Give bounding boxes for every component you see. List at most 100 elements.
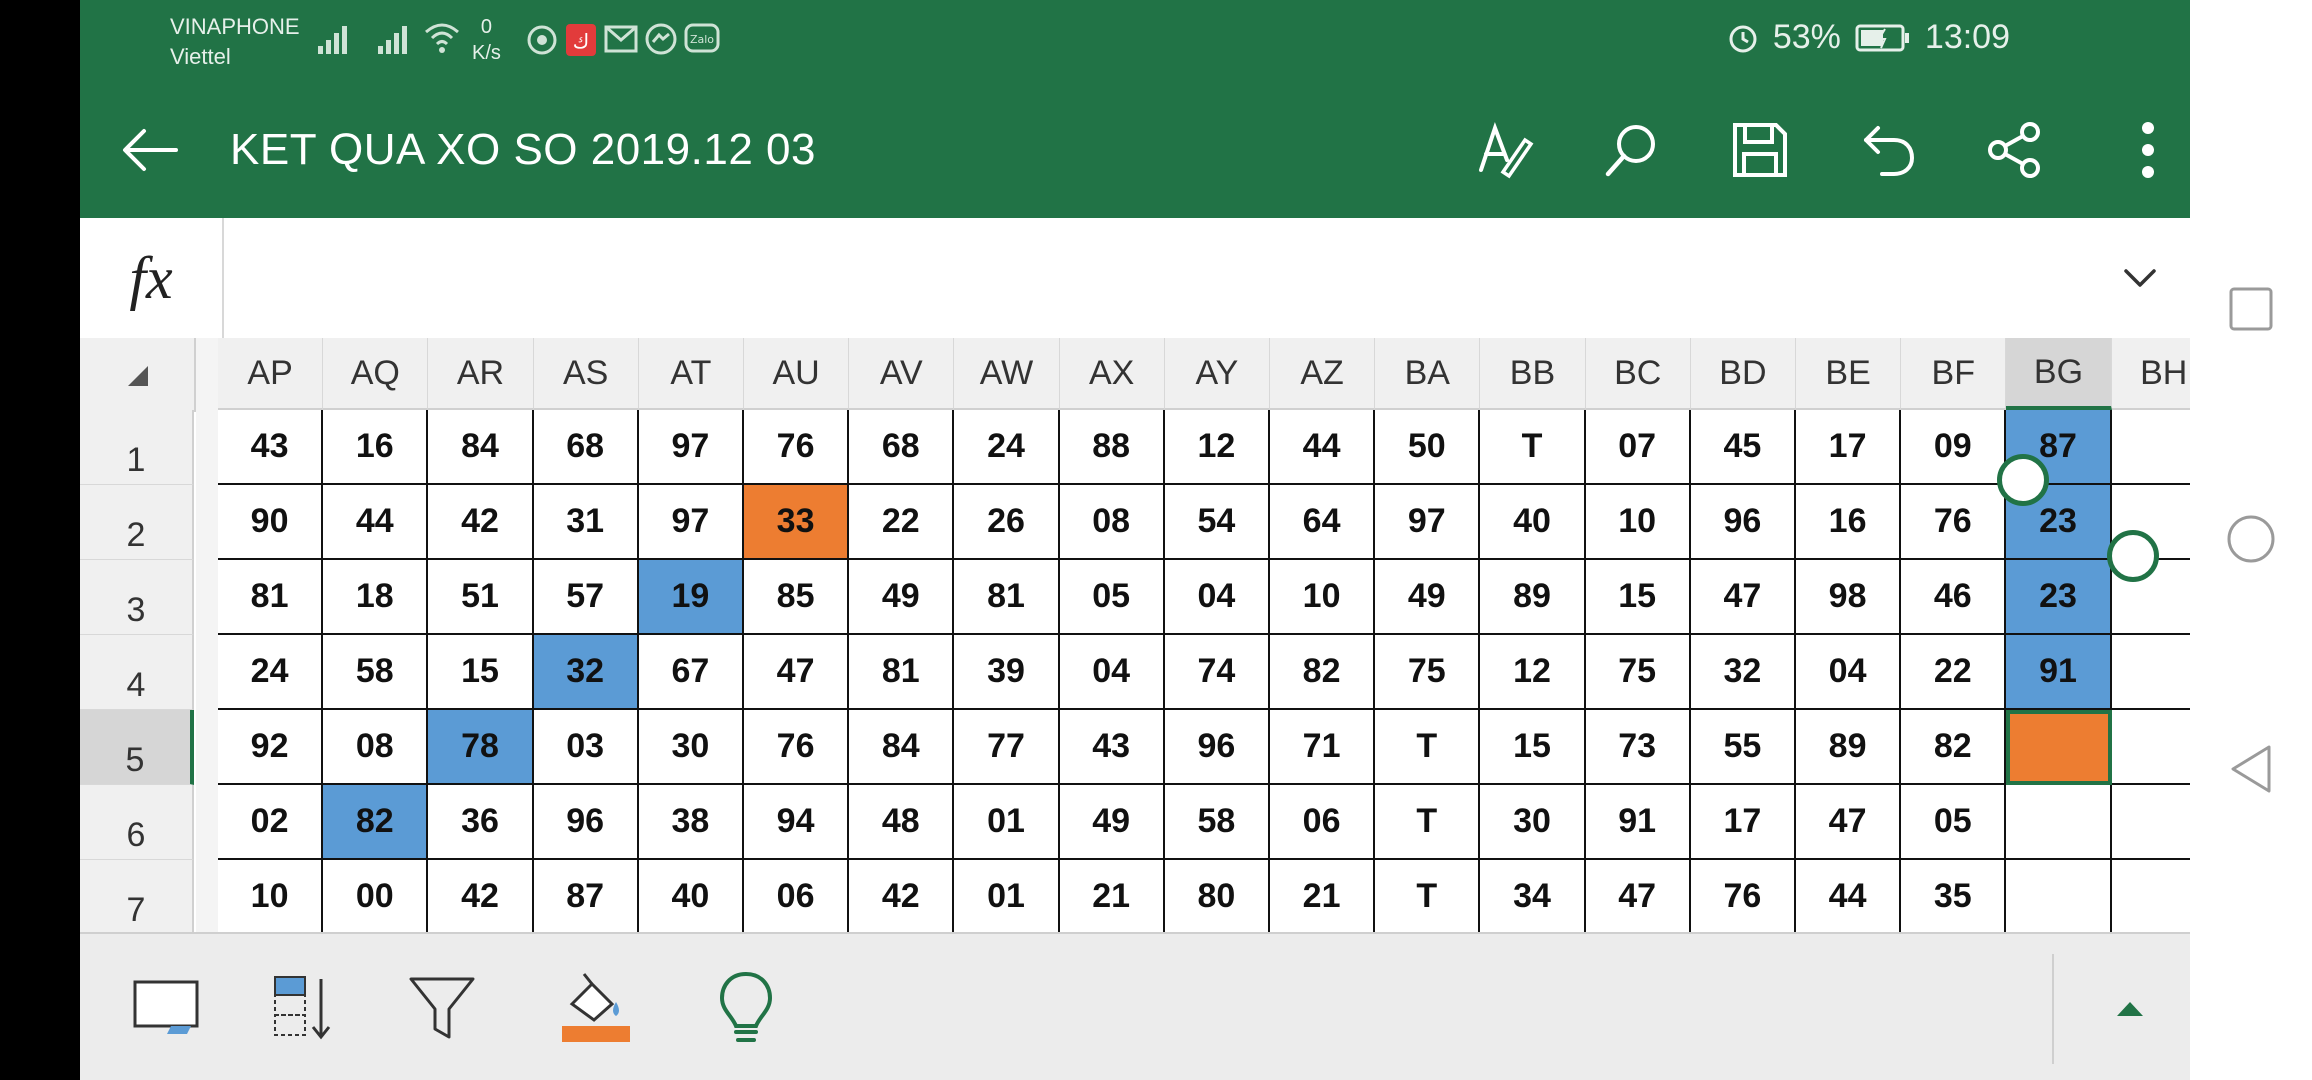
cell-az5[interactable]: 71	[1270, 710, 1376, 785]
cell-ba3[interactable]: 49	[1375, 560, 1481, 635]
back-button[interactable]	[110, 110, 190, 190]
sort-button[interactable]	[264, 968, 344, 1048]
cell-at3[interactable]: 19	[638, 560, 744, 635]
cell-at1[interactable]: 97	[638, 410, 744, 485]
cell-bb2[interactable]: 40	[1480, 485, 1586, 560]
cell-aq7[interactable]: 00	[323, 860, 429, 932]
cell-ax5[interactable]: 43	[1059, 710, 1165, 785]
row-header-7[interactable]: 7	[80, 860, 194, 932]
cell-aw2[interactable]: 26	[954, 485, 1060, 560]
cell-bc2[interactable]: 10	[1585, 485, 1691, 560]
cell-bb5[interactable]: 15	[1480, 710, 1586, 785]
cell-bd6[interactable]: 17	[1690, 785, 1796, 860]
cell-bb7[interactable]: 34	[1480, 860, 1586, 932]
cell-ay1[interactable]: 12	[1164, 410, 1270, 485]
cell-ar6[interactable]: 36	[428, 785, 534, 860]
cell-ay6[interactable]: 58	[1164, 785, 1270, 860]
cell-az4[interactable]: 82	[1270, 635, 1376, 710]
cell-ar2[interactable]: 42	[428, 485, 534, 560]
cell-az7[interactable]: 21	[1270, 860, 1376, 932]
column-header-aw[interactable]: AW	[954, 338, 1060, 410]
cell-ba2[interactable]: 97	[1375, 485, 1481, 560]
cell-av7[interactable]: 42	[849, 860, 955, 932]
cell-au7[interactable]: 06	[744, 860, 850, 932]
cell-aq5[interactable]: 08	[323, 710, 429, 785]
cell-ar4[interactable]: 15	[428, 635, 534, 710]
cell-be3[interactable]: 98	[1796, 560, 1902, 635]
cell-au6[interactable]: 94	[744, 785, 850, 860]
cell-as4[interactable]: 32	[533, 635, 639, 710]
cell-bf1[interactable]: 09	[1901, 410, 2007, 485]
cell-bh5[interactable]	[2111, 710, 2190, 785]
cell-bh4[interactable]	[2111, 635, 2190, 710]
column-header-be[interactable]: BE	[1796, 338, 1902, 410]
cell-bc6[interactable]: 91	[1585, 785, 1691, 860]
cell-ap3[interactable]: 81	[218, 560, 324, 635]
cell-as1[interactable]: 68	[533, 410, 639, 485]
column-header-ba[interactable]: BA	[1375, 338, 1481, 410]
column-header-bf[interactable]: BF	[1901, 338, 2007, 410]
formula-expand-button[interactable]	[2110, 248, 2170, 308]
cell-ar7[interactable]: 42	[428, 860, 534, 932]
column-header-ar[interactable]: AR	[428, 338, 534, 410]
cell-ba7[interactable]: T	[1375, 860, 1481, 932]
recents-button[interactable]	[2220, 278, 2282, 340]
cell-ap6[interactable]: 02	[218, 785, 324, 860]
column-header-at[interactable]: AT	[638, 338, 744, 410]
cell-ap2[interactable]: 90	[218, 485, 324, 560]
cell-aq4[interactable]: 58	[323, 635, 429, 710]
cell-bc7[interactable]: 47	[1585, 860, 1691, 932]
cell-ax2[interactable]: 08	[1059, 485, 1165, 560]
column-header-bh[interactable]: BH	[2111, 338, 2190, 410]
cell-aq2[interactable]: 44	[323, 485, 429, 560]
cell-au5[interactable]: 76	[744, 710, 850, 785]
column-header-av[interactable]: AV	[849, 338, 955, 410]
cell-at7[interactable]: 40	[638, 860, 744, 932]
cell-bg3[interactable]: 23	[2006, 560, 2112, 635]
cell-bb1[interactable]: T	[1480, 410, 1586, 485]
cell-bc3[interactable]: 15	[1585, 560, 1691, 635]
cell-av5[interactable]: 84	[849, 710, 955, 785]
cell-bd1[interactable]: 45	[1690, 410, 1796, 485]
formula-input[interactable]	[224, 218, 2100, 338]
column-header-ay[interactable]: AY	[1164, 338, 1270, 410]
filter-button[interactable]	[402, 968, 482, 1048]
cell-av3[interactable]: 49	[849, 560, 955, 635]
tell-me-ideas-button[interactable]	[706, 968, 786, 1048]
search-button[interactable]	[1592, 110, 1672, 190]
cell-bd7[interactable]: 76	[1690, 860, 1796, 932]
cell-ay5[interactable]: 96	[1164, 710, 1270, 785]
cell-ap7[interactable]: 10	[218, 860, 324, 932]
cell-aq6[interactable]: 82	[323, 785, 429, 860]
cell-be5[interactable]: 89	[1796, 710, 1902, 785]
cell-ax3[interactable]: 05	[1059, 560, 1165, 635]
cell-at6[interactable]: 38	[638, 785, 744, 860]
cell-az1[interactable]: 44	[1270, 410, 1376, 485]
cell-as7[interactable]: 87	[533, 860, 639, 932]
cell-av2[interactable]: 22	[849, 485, 955, 560]
row-header-6[interactable]: 6	[80, 785, 194, 860]
home-button[interactable]	[2220, 508, 2282, 570]
column-header-bg[interactable]: BG	[2006, 338, 2112, 410]
cell-as2[interactable]: 31	[533, 485, 639, 560]
cell-bf3[interactable]: 46	[1901, 560, 2007, 635]
cell-aw7[interactable]: 01	[954, 860, 1060, 932]
cell-bg5[interactable]	[2006, 710, 2112, 785]
cell-be1[interactable]: 17	[1796, 410, 1902, 485]
row-header-3[interactable]: 3	[80, 560, 194, 635]
cell-au1[interactable]: 76	[744, 410, 850, 485]
cell-ay2[interactable]: 54	[1164, 485, 1270, 560]
cell-ay7[interactable]: 80	[1164, 860, 1270, 932]
cell-av4[interactable]: 81	[849, 635, 955, 710]
cell-bh7[interactable]	[2111, 860, 2190, 932]
cell-av6[interactable]: 48	[849, 785, 955, 860]
cell-az6[interactable]: 06	[1270, 785, 1376, 860]
cell-as6[interactable]: 96	[533, 785, 639, 860]
cell-aq3[interactable]: 18	[323, 560, 429, 635]
cell-ar5[interactable]: 78	[428, 710, 534, 785]
draw-button[interactable]	[1465, 110, 1545, 190]
cell-aw4[interactable]: 39	[954, 635, 1060, 710]
fill-color-button[interactable]	[556, 968, 636, 1048]
cell-au4[interactable]: 47	[744, 635, 850, 710]
column-header-bc[interactable]: BC	[1585, 338, 1691, 410]
